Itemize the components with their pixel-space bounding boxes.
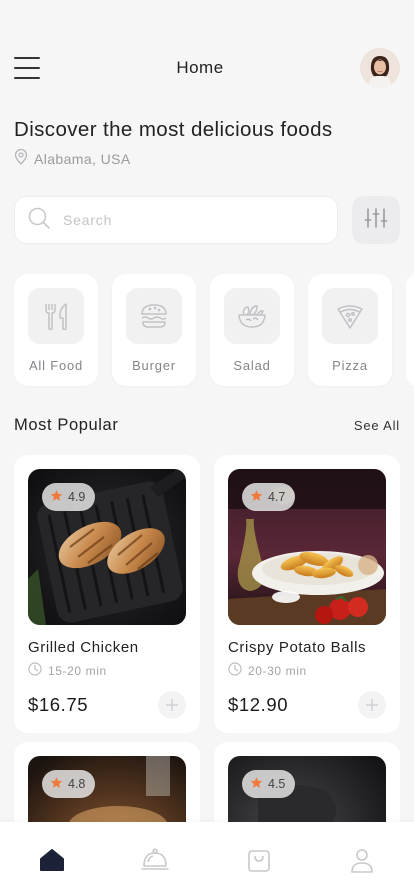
category-next-partial[interactable]	[406, 274, 414, 386]
star-icon	[250, 489, 263, 505]
food-price: $16.75	[28, 694, 89, 715]
star-icon	[50, 776, 63, 792]
search-icon	[27, 206, 51, 235]
hamburger-menu-icon[interactable]	[14, 57, 40, 79]
add-to-cart-button[interactable]	[358, 691, 386, 719]
nav-menu[interactable]	[135, 844, 175, 876]
category-label: Pizza	[332, 358, 368, 373]
rating-value: 4.5	[268, 777, 286, 791]
rating-badge: 4.9	[42, 483, 96, 511]
category-label: Burger	[132, 358, 176, 373]
category-burger[interactable]: Burger	[112, 274, 196, 386]
prep-time: 15-20 min	[28, 662, 186, 679]
food-card[interactable]: 4.7 Crispy Potato Balls 20-30 min $12.90	[214, 455, 400, 733]
filter-button[interactable]	[352, 196, 400, 244]
search-bar	[14, 196, 338, 244]
avatar[interactable]	[359, 48, 400, 88]
star-icon	[50, 489, 63, 505]
page-title: Home	[176, 58, 224, 77]
category-label: Salad	[233, 358, 271, 373]
clock-icon	[28, 662, 42, 679]
plus-icon	[166, 699, 178, 711]
rating-badge: 4.8	[42, 770, 96, 798]
home-icon	[39, 849, 64, 871]
see-all-link[interactable]: See All	[354, 418, 400, 433]
food-name: Grilled Chicken	[28, 639, 139, 656]
rating-badge: 4.7	[242, 483, 296, 511]
search-input[interactable]	[63, 212, 293, 228]
plus-icon	[366, 699, 378, 711]
profile-icon	[351, 849, 374, 873]
nav-home[interactable]	[32, 844, 72, 876]
cloche-icon	[141, 848, 170, 870]
rating-value: 4.9	[68, 490, 86, 504]
shopping-bag-icon	[247, 850, 270, 872]
rating-value: 4.7	[268, 490, 286, 504]
food-price: $12.90	[228, 694, 289, 715]
burger-icon	[126, 288, 182, 344]
sliders-icon	[364, 206, 388, 235]
bottom-navigation	[0, 822, 414, 896]
location[interactable]: Alabama, USA	[14, 148, 131, 168]
nav-cart[interactable]	[239, 844, 279, 876]
prep-time-text: 20-30 min	[248, 663, 307, 678]
category-pizza[interactable]: Pizza	[308, 274, 392, 386]
food-image-grilled-chicken: 4.9	[28, 469, 186, 625]
nav-profile[interactable]	[342, 844, 382, 876]
app-screen: Home Discover the most delicious foods A…	[0, 0, 414, 896]
fork-knife-icon	[28, 288, 84, 344]
category-salad[interactable]: Salad	[210, 274, 294, 386]
star-icon	[250, 776, 263, 792]
location-pin-icon	[14, 148, 28, 168]
rating-badge: 4.5	[242, 770, 296, 798]
headline: Discover the most delicious foods	[14, 118, 333, 141]
rating-value: 4.8	[68, 777, 86, 791]
prep-time: 20-30 min	[228, 662, 386, 679]
clock-icon	[228, 662, 242, 679]
add-to-cart-button[interactable]	[158, 691, 186, 719]
prep-time-text: 15-20 min	[48, 663, 107, 678]
category-all-food[interactable]: All Food	[14, 274, 98, 386]
price-row: $16.75	[28, 691, 186, 719]
food-card[interactable]: 4.9 Grilled Chicken 15-20 min $16.75	[14, 455, 200, 733]
price-row: $12.90	[228, 691, 386, 719]
category-label: All Food	[28, 358, 84, 373]
category-list: All Food Burger Salad Pizza	[14, 274, 414, 386]
food-image-crispy-potato-balls: 4.7	[228, 469, 386, 625]
food-name: Crispy Potato Balls	[228, 639, 367, 656]
section-title: Most Popular	[14, 416, 119, 434]
location-text: Alabama, USA	[34, 150, 131, 167]
pizza-slice-icon	[322, 288, 378, 344]
salad-bowl-icon	[224, 288, 280, 344]
top-bar: Home	[14, 48, 400, 88]
